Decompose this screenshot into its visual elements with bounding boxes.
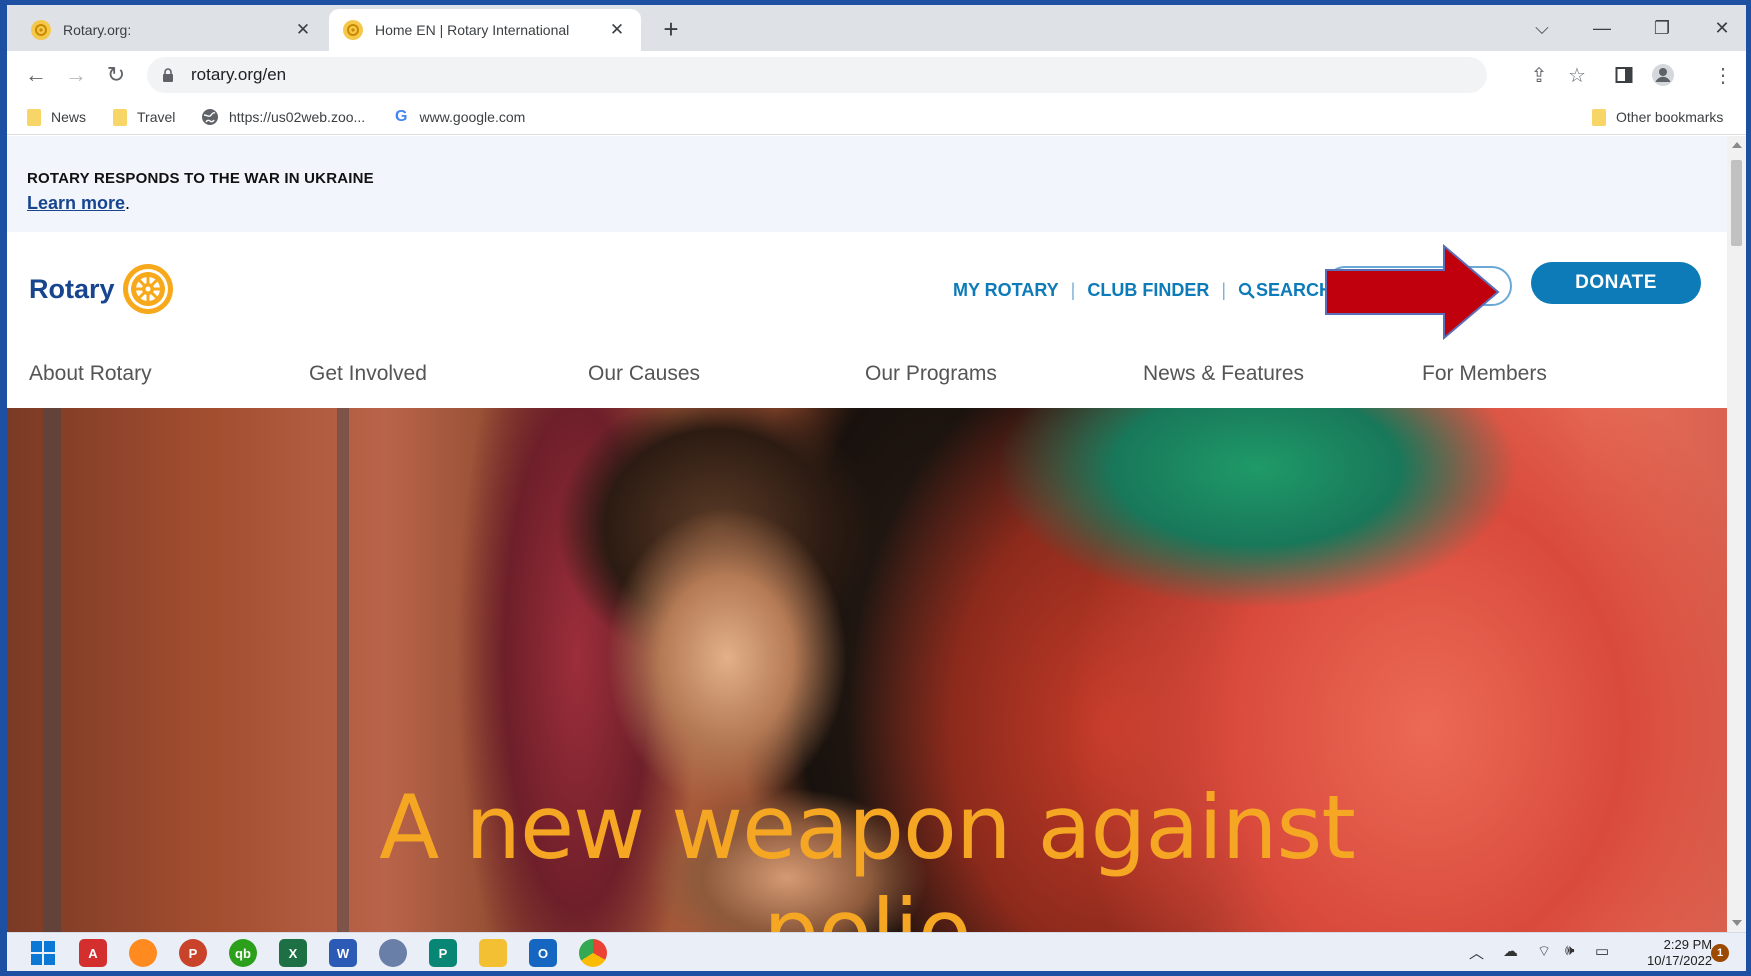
alert-banner: ROTARY RESPONDS TO THE WAR IN UKRAINE Le…: [7, 136, 1727, 232]
hero-image: A new weapon against polio: [7, 408, 1727, 932]
battery-icon[interactable]: ▭: [1595, 942, 1609, 960]
notification-badge[interactable]: 1: [1711, 944, 1729, 962]
hero-title-line2: polio: [763, 880, 971, 932]
publisher-icon[interactable]: P: [429, 939, 457, 967]
minimize-button[interactable]: —: [1582, 13, 1622, 43]
bookmark-label: https://us02web.zoo...: [229, 109, 366, 125]
clock-date: 10/17/2022: [1647, 953, 1713, 968]
hero-title: A new weapon against polio: [7, 776, 1727, 932]
system-clock[interactable]: 2:29 PM 10/17/2022: [1647, 937, 1712, 969]
donate-button[interactable]: DONATE: [1531, 262, 1701, 304]
bookmarks-bar: News Travel https://us02web.zoo... G www…: [7, 99, 1746, 135]
windows-taskbar: A P qb X W P O ︿ ☁ ⌔ 🕪 ▭ 2:29 PM 10/17/2…: [7, 932, 1746, 971]
annotation-arrow-icon: [1325, 243, 1500, 341]
nav-about-rotary[interactable]: About Rotary: [29, 362, 152, 386]
tab-rotary-org[interactable]: Rotary.org: ✕: [17, 9, 327, 51]
rotary-wheel-icon: [122, 264, 173, 314]
main-nav: About Rotary Get Involved Our Causes Our…: [7, 342, 1727, 408]
quickbooks-icon[interactable]: qb: [229, 939, 257, 967]
close-icon[interactable]: ✕: [607, 20, 627, 40]
outlook-icon[interactable]: O: [529, 939, 557, 967]
nav-our-programs[interactable]: Our Programs: [865, 362, 997, 386]
bookmark-label: www.google.com: [419, 109, 526, 125]
tab-home-en[interactable]: Home EN | Rotary International ✕: [329, 9, 641, 51]
scroll-thumb[interactable]: [1731, 160, 1742, 246]
rotary-logo[interactable]: Rotary: [29, 262, 175, 316]
nav-for-members[interactable]: For Members: [1422, 362, 1547, 386]
search-icon: [1238, 282, 1255, 299]
bookmark-travel[interactable]: Travel: [113, 107, 175, 127]
other-bookmarks[interactable]: Other bookmarks: [1592, 107, 1723, 127]
hero-title-line1: A new weapon against: [379, 776, 1356, 879]
address-text: rotary.org/en: [191, 65, 287, 84]
file-explorer-icon[interactable]: [479, 939, 507, 967]
reload-button[interactable]: ↻: [101, 60, 131, 90]
other-bookmarks-label: Other bookmarks: [1616, 109, 1724, 125]
back-button[interactable]: ←: [21, 60, 51, 90]
menu-kebab-icon[interactable]: ⋮: [1709, 61, 1737, 89]
address-bar[interactable]: rotary.org/en: [147, 57, 1487, 93]
profile-avatar-icon[interactable]: [1649, 61, 1677, 89]
lock-icon: [163, 68, 173, 82]
alert-heading: ROTARY RESPONDS TO THE WAR IN UKRAINE: [27, 170, 374, 187]
rotary-wheel-icon: [31, 20, 51, 40]
chevron-up-icon[interactable]: ︿: [1469, 942, 1484, 963]
folder-icon: [27, 108, 41, 126]
nav-separator: |: [1221, 280, 1227, 300]
restore-button[interactable]: ❐: [1642, 13, 1682, 43]
acrobat-icon[interactable]: A: [79, 939, 107, 967]
bookmark-news[interactable]: News: [27, 107, 86, 127]
tab-strip: Rotary.org: ✕ Home EN | Rotary Internati…: [7, 5, 1746, 51]
nav-news-features[interactable]: News & Features: [1143, 362, 1304, 386]
bookmark-star-icon[interactable]: ☆: [1563, 61, 1591, 89]
bookmark-label: Travel: [137, 109, 176, 125]
web-page: ROTARY RESPONDS TO THE WAR IN UKRAINE Le…: [7, 136, 1727, 932]
folder-icon: [113, 108, 127, 126]
search-label: SEARCH: [1256, 280, 1333, 300]
bookmark-zoom[interactable]: https://us02web.zoo...: [201, 107, 365, 127]
forward-button[interactable]: →: [61, 60, 91, 90]
wifi-icon[interactable]: ⌔: [1537, 942, 1551, 961]
folder-icon: [1592, 108, 1606, 126]
word-icon[interactable]: W: [329, 939, 357, 967]
side-panel-icon[interactable]: [1610, 61, 1638, 89]
share-icon[interactable]: ⇪: [1525, 61, 1553, 89]
onedrive-cloud-icon[interactable]: ☁: [1503, 942, 1518, 960]
clock-time: 2:29 PM: [1663, 937, 1713, 952]
google-icon: G: [395, 108, 408, 125]
volume-icon[interactable]: 🕪: [1565, 942, 1574, 959]
nav-separator: |: [1070, 280, 1076, 300]
rotary-wheel-icon: [343, 20, 363, 40]
close-icon[interactable]: ✕: [293, 20, 313, 40]
screen: Rotary.org: ✕ Home EN | Rotary Internati…: [7, 5, 1746, 971]
tab-title: Rotary.org:: [63, 22, 132, 38]
photo-viewer-icon[interactable]: [379, 939, 407, 967]
excel-icon[interactable]: X: [279, 939, 307, 967]
logo-wordmark: Rotary: [29, 273, 115, 304]
page-scrollbar[interactable]: [1727, 136, 1746, 932]
globe-icon: [202, 109, 218, 125]
windows-start-icon[interactable]: [29, 939, 57, 967]
bookmark-label: News: [51, 109, 87, 125]
tab-search-button[interactable]: ⌵: [1522, 13, 1562, 43]
chrome-icon[interactable]: [579, 939, 607, 967]
firefox-icon[interactable]: [129, 939, 157, 967]
browser-toolbar: ← → ↻ rotary.org/en ⇪ ☆ ⋮: [7, 51, 1746, 99]
close-window-button[interactable]: ✕: [1702, 13, 1742, 43]
powerpoint-icon[interactable]: P: [179, 939, 207, 967]
bookmark-google[interactable]: G www.google.com: [395, 107, 525, 127]
alert-link-suffix: .: [125, 193, 131, 213]
club-finder-link[interactable]: CLUB FINDER: [1087, 280, 1209, 301]
tab-title: Home EN | Rotary International: [375, 22, 570, 38]
my-rotary-link[interactable]: MY ROTARY: [953, 280, 1059, 301]
nav-get-involved[interactable]: Get Involved: [309, 362, 427, 386]
scroll-up-arrow-icon[interactable]: [1732, 142, 1742, 148]
scroll-down-arrow-icon[interactable]: [1732, 920, 1742, 926]
utility-nav: MY ROTARY | CLUB FINDER | SEARCH: [953, 280, 1332, 301]
new-tab-button[interactable]: +: [657, 14, 685, 44]
nav-our-causes[interactable]: Our Causes: [588, 362, 700, 386]
search-button[interactable]: SEARCH: [1238, 280, 1332, 301]
learn-more-link[interactable]: Learn more: [27, 193, 125, 214]
